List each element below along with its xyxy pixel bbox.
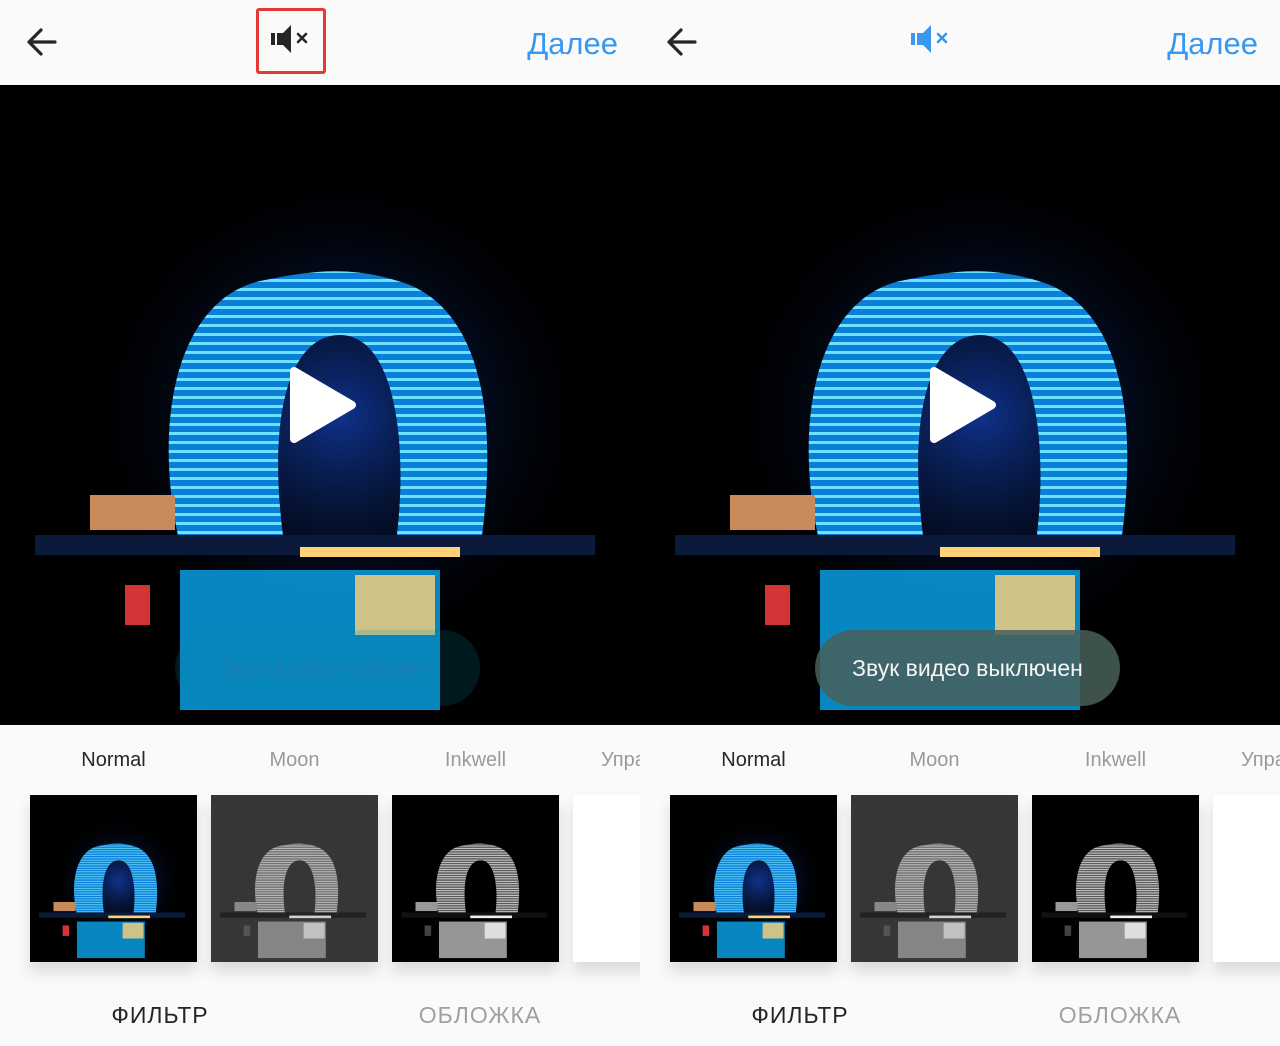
filter-thumbnail [1032,795,1199,962]
bottom-tabs: ФИЛЬТР ОБЛОЖКА [0,985,640,1045]
filter-label: Inkwell [1084,749,1147,771]
play-button[interactable] [928,365,998,445]
play-button[interactable] [288,365,358,445]
filter-thumbnail [392,795,559,962]
back-button[interactable] [662,24,702,64]
screen-sound-off: Далее Звук видео выключен Normal Moon In… [640,0,1280,1046]
filter-label: Moon [909,749,960,771]
tab-cover[interactable]: ОБЛОЖКА [960,985,1280,1045]
filter-inkwell[interactable]: Inkwell [1032,725,1199,962]
filter-moon[interactable]: Moon [211,725,378,962]
filter-label: Normal [81,749,146,771]
filter-normal[interactable]: Normal [670,725,837,962]
filter-thumbnail [211,795,378,962]
speaker-muted-icon [909,21,953,62]
video-preview[interactable]: Звук видео выключен [640,85,1280,725]
filter-manage[interactable]: Упра [573,725,640,962]
filter-manage[interactable]: Упра [1213,725,1280,962]
sound-toast: Звук видео выключен [815,630,1120,706]
play-icon [290,367,356,443]
filter-thumbnail [670,795,837,962]
sound-toast: Звук видео включен [175,630,480,706]
filter-strip: Normal Moon Inkwell Упра [0,725,640,965]
filter-strip: Normal Moon Inkwell Упра [640,725,1280,965]
tab-cover[interactable]: ОБЛОЖКА [320,985,640,1045]
screen-sound-on: Далее Звук видео включен Normal Moon Ink… [0,0,640,1046]
filter-label: Normal [721,749,786,771]
tab-filter[interactable]: ФИЛЬТР [0,985,320,1045]
filter-thumbnail [573,795,640,962]
next-button[interactable]: Далее [1167,24,1258,64]
sound-toggle-button[interactable] [256,8,326,74]
filter-normal[interactable]: Normal [30,725,197,962]
tab-filter[interactable]: ФИЛЬТР [640,985,960,1045]
arrow-left-icon [25,25,59,64]
filter-label: Inkwell [444,749,507,771]
top-bar: Далее [640,0,1280,85]
sound-toggle-button[interactable] [896,8,966,74]
filter-thumbnail [851,795,1018,962]
video-preview[interactable]: Звук видео включен [0,85,640,725]
filter-label: Moon [269,749,320,771]
filter-inkwell[interactable]: Inkwell [392,725,559,962]
play-icon [930,367,996,443]
comparison-view: Далее Звук видео включен Normal Moon Ink… [0,0,1280,1046]
speaker-muted-icon [269,21,313,62]
bottom-tabs: ФИЛЬТР ОБЛОЖКА [640,985,1280,1045]
back-button[interactable] [22,24,62,64]
filter-thumbnail [1213,795,1280,962]
filter-label: Упра [601,749,640,771]
top-bar: Далее [0,0,640,85]
filter-label: Упра [1241,749,1280,771]
arrow-left-icon [665,25,699,64]
filter-thumbnail [30,795,197,962]
filter-moon[interactable]: Moon [851,725,1018,962]
next-button[interactable]: Далее [527,24,618,64]
